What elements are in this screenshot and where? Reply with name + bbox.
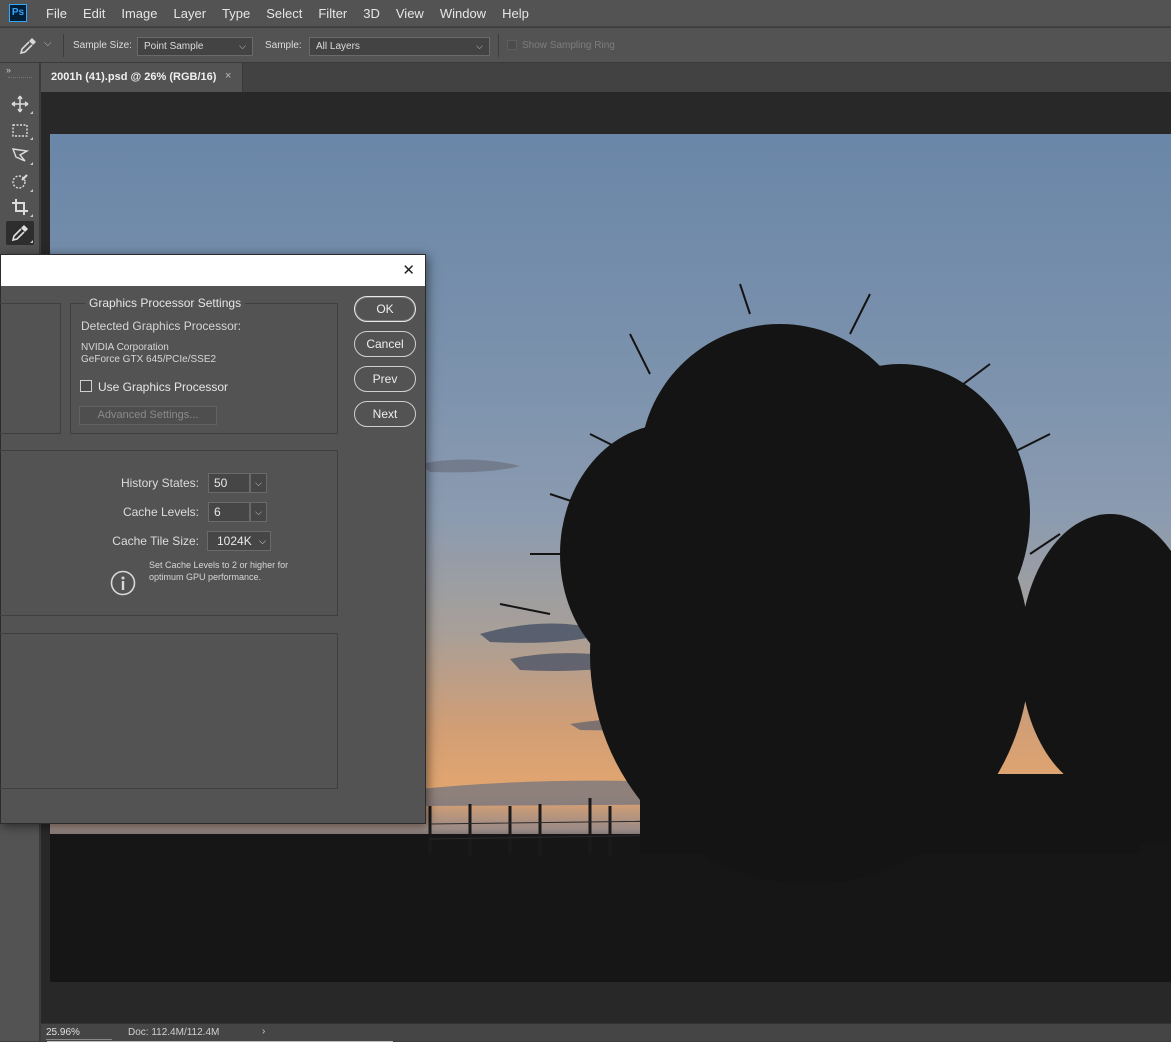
menu-type[interactable]: Type: [214, 0, 258, 27]
document-tab-title: 2001h (41).psd @ 26% (RGB/16): [51, 71, 217, 83]
menu-select[interactable]: Select: [258, 0, 310, 27]
memory-usage-group: [0, 303, 61, 434]
photoshop-logo-icon: Ps: [9, 4, 27, 22]
tool-flyout-indicator: [30, 189, 33, 192]
document-tab[interactable]: 2001h (41).psd @ 26% (RGB/16) ×: [41, 63, 243, 92]
history-states-label: History States:: [120, 476, 199, 490]
next-button[interactable]: Next: [354, 401, 416, 427]
sample-label: Sample:: [265, 40, 302, 51]
info-text-line2: optimum GPU performance.: [149, 572, 262, 582]
history-states-input[interactable]: 50: [208, 473, 250, 493]
history-cache-group: [0, 450, 338, 616]
menu-items: File Edit Image Layer Type Select Filter…: [38, 0, 537, 27]
gpu-model: GeForce GTX 645/PCIe/SSE2: [81, 354, 217, 365]
dialog-title-bar[interactable]: ✕: [1, 255, 425, 286]
menu-help[interactable]: Help: [494, 0, 537, 27]
document-tab-bar: 2001h (41).psd @ 26% (RGB/16) ×: [41, 63, 1171, 92]
zoom-level-field[interactable]: 25.96%: [46, 1027, 112, 1040]
sample-select[interactable]: All Layers ⌵: [309, 37, 490, 56]
close-icon[interactable]: ×: [225, 70, 231, 82]
panel-grip[interactable]: [8, 77, 32, 79]
cache-tile-size-select[interactable]: 1024K ⌵: [207, 531, 271, 551]
cache-levels-input[interactable]: 6: [208, 502, 250, 522]
sample-size-value: Point Sample: [144, 41, 204, 52]
menu-window[interactable]: Window: [432, 0, 494, 27]
tool-flyout-indicator: [30, 162, 33, 165]
menu-image[interactable]: Image: [113, 0, 165, 27]
menu-edit[interactable]: Edit: [75, 0, 113, 27]
menu-3d[interactable]: 3D: [355, 0, 388, 27]
chevron-down-icon[interactable]: ⌵: [250, 473, 267, 493]
collapse-panel-icon[interactable]: »: [6, 65, 11, 75]
detected-gpu-label: Detected Graphics Processor:: [81, 319, 242, 333]
crop-icon[interactable]: [6, 195, 34, 219]
cancel-button[interactable]: Cancel: [354, 331, 416, 357]
tool-flyout-indicator: [30, 111, 33, 114]
menu-file[interactable]: File: [38, 0, 75, 27]
show-sampling-ring-checkbox[interactable]: [507, 40, 517, 50]
chevron-down-icon: ⌵: [476, 41, 483, 51]
eyedropper-preset-icon[interactable]: [18, 36, 38, 56]
tool-flyout-indicator: [30, 137, 33, 140]
sample-value: All Layers: [316, 41, 360, 52]
cache-tile-size-value: 1024K: [217, 534, 252, 548]
sample-size-label: Sample Size:: [73, 40, 132, 51]
chevron-right-icon[interactable]: ›: [262, 1026, 265, 1037]
graphics-processor-title: Graphics Processor Settings: [85, 296, 246, 310]
cache-tile-size-label: Cache Tile Size:: [112, 534, 199, 548]
chevron-down-icon: ⌵: [239, 41, 246, 51]
prev-button[interactable]: Prev: [354, 366, 416, 392]
use-gpu-checkbox[interactable]: [80, 380, 92, 392]
divider: [498, 34, 499, 57]
chevron-down-icon[interactable]: ⌵: [250, 502, 267, 522]
options-group: [0, 633, 338, 789]
menu-view[interactable]: View: [388, 0, 432, 27]
chevron-down-icon[interactable]: ⌵: [44, 38, 52, 49]
use-gpu-label[interactable]: Use Graphics Processor: [98, 380, 228, 394]
status-bar: 25.96% Doc: 112.4M/112.4M ›: [41, 1023, 1171, 1042]
chevron-down-icon: ⌵: [259, 536, 266, 546]
polygonal-lasso-icon[interactable]: [6, 143, 34, 167]
show-sampling-ring-label: Show Sampling Ring: [522, 40, 615, 51]
rectangular-marquee-icon[interactable]: [6, 118, 34, 142]
eyedropper-icon[interactable]: [6, 221, 34, 245]
move-tool-icon[interactable]: [6, 92, 34, 116]
gpu-vendor: NVIDIA Corporation: [81, 342, 169, 353]
close-icon[interactable]: ✕: [402, 261, 415, 279]
tool-flyout-indicator: [30, 240, 33, 243]
document-size: Doc: 112.4M/112.4M: [128, 1027, 220, 1038]
ok-button[interactable]: OK: [354, 296, 416, 322]
menu-bar: Ps File Edit Image Layer Type Select Fil…: [0, 0, 1171, 27]
divider: [63, 34, 64, 57]
info-text-line1: Set Cache Levels to 2 or higher for: [149, 560, 289, 570]
preferences-dialog: ✕ Graphics Processor Settings Detected G…: [0, 254, 426, 824]
cache-levels-label: Cache Levels:: [122, 505, 199, 519]
sample-size-select[interactable]: Point Sample ⌵: [137, 37, 253, 56]
menu-filter[interactable]: Filter: [310, 0, 355, 27]
advanced-settings-button[interactable]: Advanced Settings...: [79, 406, 217, 425]
quick-selection-icon[interactable]: [6, 170, 34, 194]
options-bar: ⌵ Sample Size: Point Sample ⌵ Sample: Al…: [0, 28, 1171, 63]
info-icon: [110, 570, 136, 596]
menu-layer[interactable]: Layer: [166, 0, 215, 27]
tool-flyout-indicator: [30, 214, 33, 217]
